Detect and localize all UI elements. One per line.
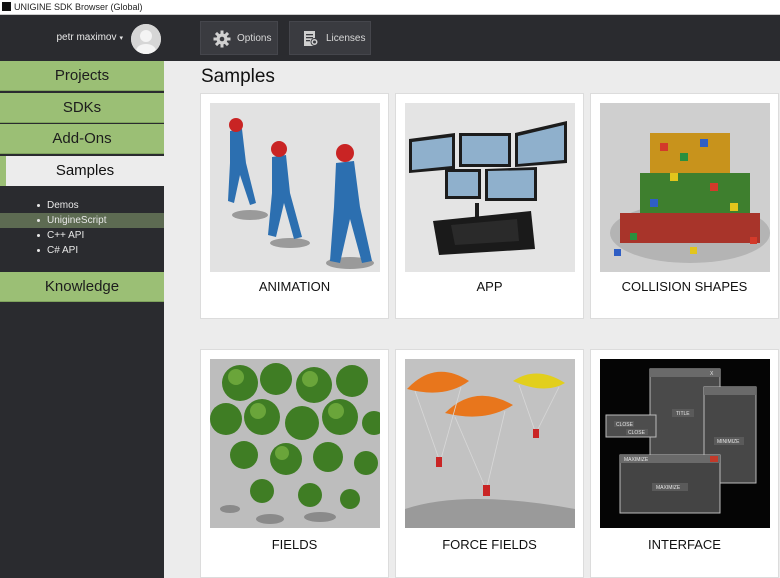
sidebar-item-knowledge[interactable]: Knowledge [0,272,164,302]
sample-card-app[interactable]: APP [395,93,584,319]
force-fields-image [405,359,575,528]
window-title: UNIGINE SDK Browser (Global) [14,2,143,12]
card-label: INTERFACE [648,537,721,552]
animation-thumbnail [210,103,380,272]
licenses-button[interactable]: Licenses [289,21,371,55]
user-name: petr maximov [56,32,117,43]
sidebar-item-add-ons[interactable]: Add-Ons [0,124,164,154]
subnav-item-demos[interactable]: Demos [0,198,164,213]
sample-card-fields[interactable]: FIELDS [200,349,389,578]
sample-card-collision-shapes[interactable]: COLLISION SHAPES [590,93,779,319]
sample-card-force-fields[interactable]: FORCE FIELDS [395,349,584,578]
certificate-icon [304,31,319,46]
interface-title-text: TITLE [676,411,690,417]
interface-thumbnail: TITLE MINIMIZE MAXIMIZE MAXIMIZE CLOSE C… [600,359,770,528]
options-button[interactable]: Options [200,21,278,55]
collision-shapes-image [600,103,770,272]
sidebar: Projects SDKs Add-Ons Samples Demos Unig… [0,61,164,578]
window-titlebar: UNIGINE SDK Browser (Global) [0,0,780,15]
samples-subnav: Demos UnigineScript C++ API C# API [0,198,164,258]
subnav-item-uniginescript[interactable]: UnigineScript [0,213,164,228]
sample-card-interface[interactable]: TITLE MINIMIZE MAXIMIZE MAXIMIZE CLOSE C… [590,349,779,578]
chevron-down-icon: ▾ [119,35,123,42]
fields-thumbnail [210,359,380,528]
options-label: Options [237,33,272,44]
user-menu[interactable]: petr maximov ▾ [0,15,163,61]
licenses-label: Licenses [326,33,366,44]
interface-minimize-text: MINIMIZE [717,439,740,445]
user-avatar-icon [131,24,161,54]
card-label: ANIMATION [258,279,331,294]
animation-image [210,103,380,272]
interface-close-text-2: CLOSE [628,430,646,436]
collision-shapes-thumbnail [600,103,770,272]
header-bar: petr maximov ▾ Options Licenses [0,15,780,61]
gear-icon [213,30,231,48]
sidebar-item-sdks[interactable]: SDKs [0,93,164,123]
card-label: APP [476,279,503,294]
app-thumbnail [405,103,575,272]
interface-image: TITLE MINIMIZE MAXIMIZE MAXIMIZE CLOSE C… [600,359,770,528]
interface-close-text-1: CLOSE [616,422,634,428]
force-fields-thumbnail [405,359,575,528]
page-title: Samples [201,66,275,87]
interface-maximize-text: MAXIMIZE [656,485,681,491]
sidebar-item-samples[interactable]: Samples [0,156,164,186]
sidebar-item-projects[interactable]: Projects [0,61,164,91]
avatar[interactable] [131,24,161,54]
fields-image [210,359,380,528]
app-icon [2,2,11,11]
card-label: FIELDS [271,537,318,552]
app-image [405,103,575,272]
card-label: COLLISION SHAPES [621,279,748,294]
main-content: Samples ANIMATION APP COLLISION SHAPES F… [164,61,780,578]
subnav-item-csharp-api[interactable]: C# API [0,243,164,258]
interface-maximize-title-text: MAXIMIZE [624,457,649,463]
subnav-item-cpp-api[interactable]: C++ API [0,228,164,243]
card-label: FORCE FIELDS [442,537,537,552]
sample-card-animation[interactable]: ANIMATION [200,93,389,319]
